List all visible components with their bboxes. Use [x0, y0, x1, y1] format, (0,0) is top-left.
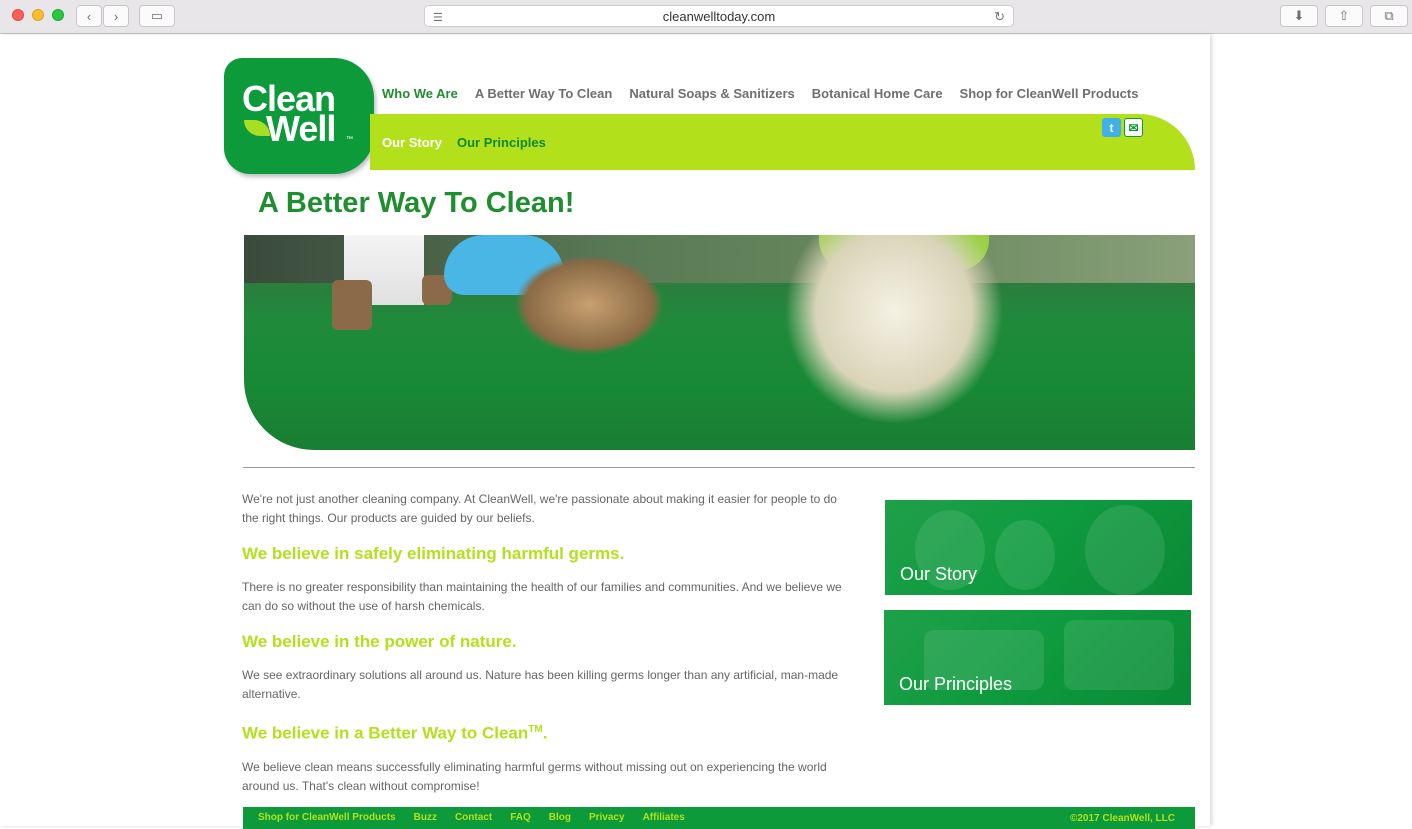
belief-heading-2: We believe in the power of nature. — [242, 632, 517, 651]
zoom-window-button[interactable] — [52, 9, 64, 21]
chevron-right-icon: › — [113, 8, 119, 24]
panel-photo-shape — [1085, 505, 1165, 595]
belief-text-2: We see extraordinary solutions all aroun… — [242, 668, 839, 701]
nav-soaps-sanitizers[interactable]: Natural Soaps & Sanitizers — [629, 86, 794, 101]
download-icon: ⬇ — [1293, 8, 1305, 23]
back-button[interactable]: ‹ — [76, 5, 102, 27]
footer-link-faq[interactable]: FAQ — [510, 812, 531, 823]
subnav-our-principles[interactable]: Our Principles — [457, 135, 546, 150]
share-button[interactable]: ⇧ — [1325, 5, 1363, 27]
main-nav: Who We Are A Better Way To Clean Natural… — [382, 86, 1138, 101]
hero-figure-boot — [332, 280, 372, 330]
our-story-label: Our Story — [900, 564, 978, 584]
footer-link-affiliates[interactable]: Affiliates — [643, 812, 685, 823]
social-links: t ✉ — [1102, 118, 1143, 137]
sub-nav-bar: Our Story Our Principles t ✉ — [370, 114, 1195, 170]
subnav-our-story[interactable]: Our Story — [382, 135, 442, 150]
reload-icon[interactable]: ↻ — [994, 9, 1005, 25]
hero-figure-hair2 — [784, 235, 1004, 425]
email-icon[interactable]: ✉ — [1124, 118, 1143, 137]
belief-text-3: We believe clean means successfully elim… — [242, 759, 827, 793]
sidebar-icon: ▭ — [150, 8, 164, 23]
nav-shop[interactable]: Shop for CleanWell Products — [960, 86, 1139, 101]
forward-button[interactable]: › — [103, 5, 129, 27]
hero-image — [244, 235, 1195, 450]
logo-trademark: ™ — [346, 136, 353, 143]
footer-link-shop[interactable]: Shop for CleanWell Products — [258, 812, 396, 823]
divider — [243, 467, 1195, 468]
share-icon: ⇧ — [1338, 8, 1350, 23]
panel-photo-shape — [1064, 620, 1174, 690]
belief-heading-3-text: We believe in a Better Way to Clean — [242, 723, 529, 743]
browser-toolbar: ‹ › ▭ ☰ cleanwelltoday.com ↻ ⬇ ⇧ ⧉ — [0, 0, 1412, 34]
footer-link-contact[interactable]: Contact — [455, 812, 492, 823]
chevron-left-icon: ‹ — [86, 8, 92, 24]
reader-icon[interactable]: ☰ — [433, 11, 443, 24]
panel-photo-shape — [995, 520, 1055, 590]
address-bar[interactable]: ☰ cleanwelltoday.com ↻ — [424, 5, 1014, 27]
belief-text-1: There is no greater responsibility than … — [242, 580, 842, 613]
main-content: We're not just another cleaning company.… — [242, 490, 852, 796]
cleanwell-logo[interactable]: Clean Well ™ — [224, 58, 374, 174]
sub-nav: Our Story Our Principles — [382, 135, 546, 150]
downloads-button[interactable]: ⬇ — [1280, 5, 1318, 27]
our-story-panel[interactable]: Our Story — [885, 500, 1192, 595]
tabs-icon: ⧉ — [1384, 8, 1394, 23]
page-title: A Better Way To Clean! — [258, 187, 575, 219]
belief-heading-1: We believe in safely eliminating harmful… — [242, 544, 625, 563]
nav-who-we-are[interactable]: Who We Are — [382, 86, 458, 101]
copyright-text: ©2017 CleanWell, LLC — [1070, 813, 1175, 824]
url-text: cleanwelltoday.com — [662, 8, 776, 24]
nav-better-way[interactable]: A Better Way To Clean — [475, 86, 612, 101]
minimize-window-button[interactable] — [32, 9, 44, 21]
footer-link-blog[interactable]: Blog — [549, 812, 571, 823]
web-page: Clean Well ™ Who We Are A Better Way To … — [0, 35, 1210, 829]
footer-link-privacy[interactable]: Privacy — [589, 812, 625, 823]
belief-heading-3-end: . — [542, 723, 548, 743]
trademark-mark: TM — [528, 724, 543, 735]
nav-botanical-home-care[interactable]: Botanical Home Care — [812, 86, 943, 101]
our-principles-label: Our Principles — [899, 674, 1013, 694]
footer-link-buzz[interactable]: Buzz — [414, 812, 437, 823]
intro-text: We're not just another cleaning company.… — [242, 492, 837, 525]
twitter-icon[interactable]: t — [1102, 118, 1121, 137]
logo-line2: Well — [266, 108, 336, 149]
tabs-button[interactable]: ⧉ — [1370, 5, 1408, 27]
belief-heading-3: We believe in a Better Way to CleanTM. — [242, 720, 852, 744]
hero-figure-hair1 — [514, 255, 664, 355]
footer-nav: Shop for CleanWell Products Buzz Contact… — [258, 812, 685, 823]
sidebar-toggle-button[interactable]: ▭ — [139, 5, 175, 27]
close-window-button[interactable] — [12, 9, 24, 21]
our-principles-panel[interactable]: Our Principles — [884, 610, 1191, 705]
